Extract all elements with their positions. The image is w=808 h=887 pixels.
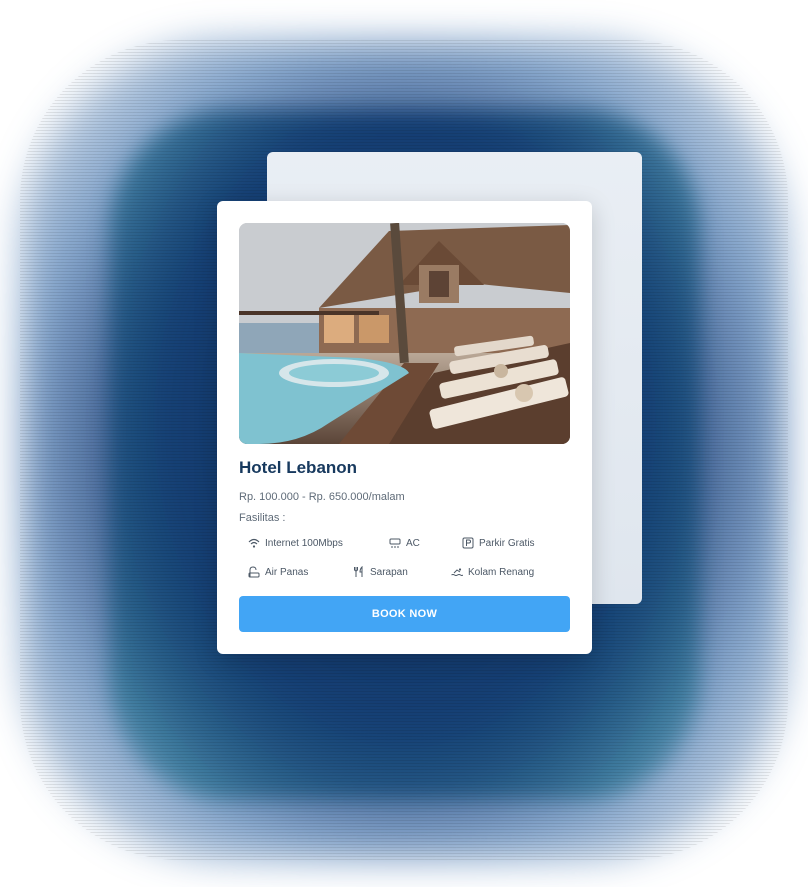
facility-breakfast: Sarapan <box>353 566 408 578</box>
facility-ac: AC <box>389 537 420 549</box>
facility-label: Air Panas <box>265 566 309 578</box>
facility-pool: Kolam Renang <box>451 566 534 578</box>
ac-icon <box>389 537 401 549</box>
hotel-photo <box>239 223 570 444</box>
facility-label: Internet 100Mbps <box>265 537 343 549</box>
facility-label: Parkir Gratis <box>479 537 535 549</box>
facility-hot-water: Air Panas <box>248 566 308 578</box>
cutlery-icon <box>353 566 365 578</box>
wifi-icon <box>248 537 260 549</box>
price-range: Rp. 100.000 - Rp. 650.000/malam <box>239 491 405 503</box>
facility-parking: Parkir Gratis <box>462 537 535 549</box>
facility-internet: Internet 100Mbps <box>248 537 343 549</box>
hot-water-icon <box>248 566 260 578</box>
hotel-name: Hotel Lebanon <box>239 458 358 477</box>
facility-label: Kolam Renang <box>468 566 535 578</box>
book-now-button[interactable]: BOOK NOW <box>239 596 570 632</box>
facility-label: AC <box>406 537 420 549</box>
swimming-icon <box>451 566 463 578</box>
hotel-card[interactable]: Hotel Lebanon Rp. 100.000 - Rp. 650.000/… <box>217 201 592 654</box>
facilities-label: Fasilitas : <box>239 512 286 524</box>
facility-label: Sarapan <box>370 566 408 578</box>
parking-icon <box>462 537 474 549</box>
